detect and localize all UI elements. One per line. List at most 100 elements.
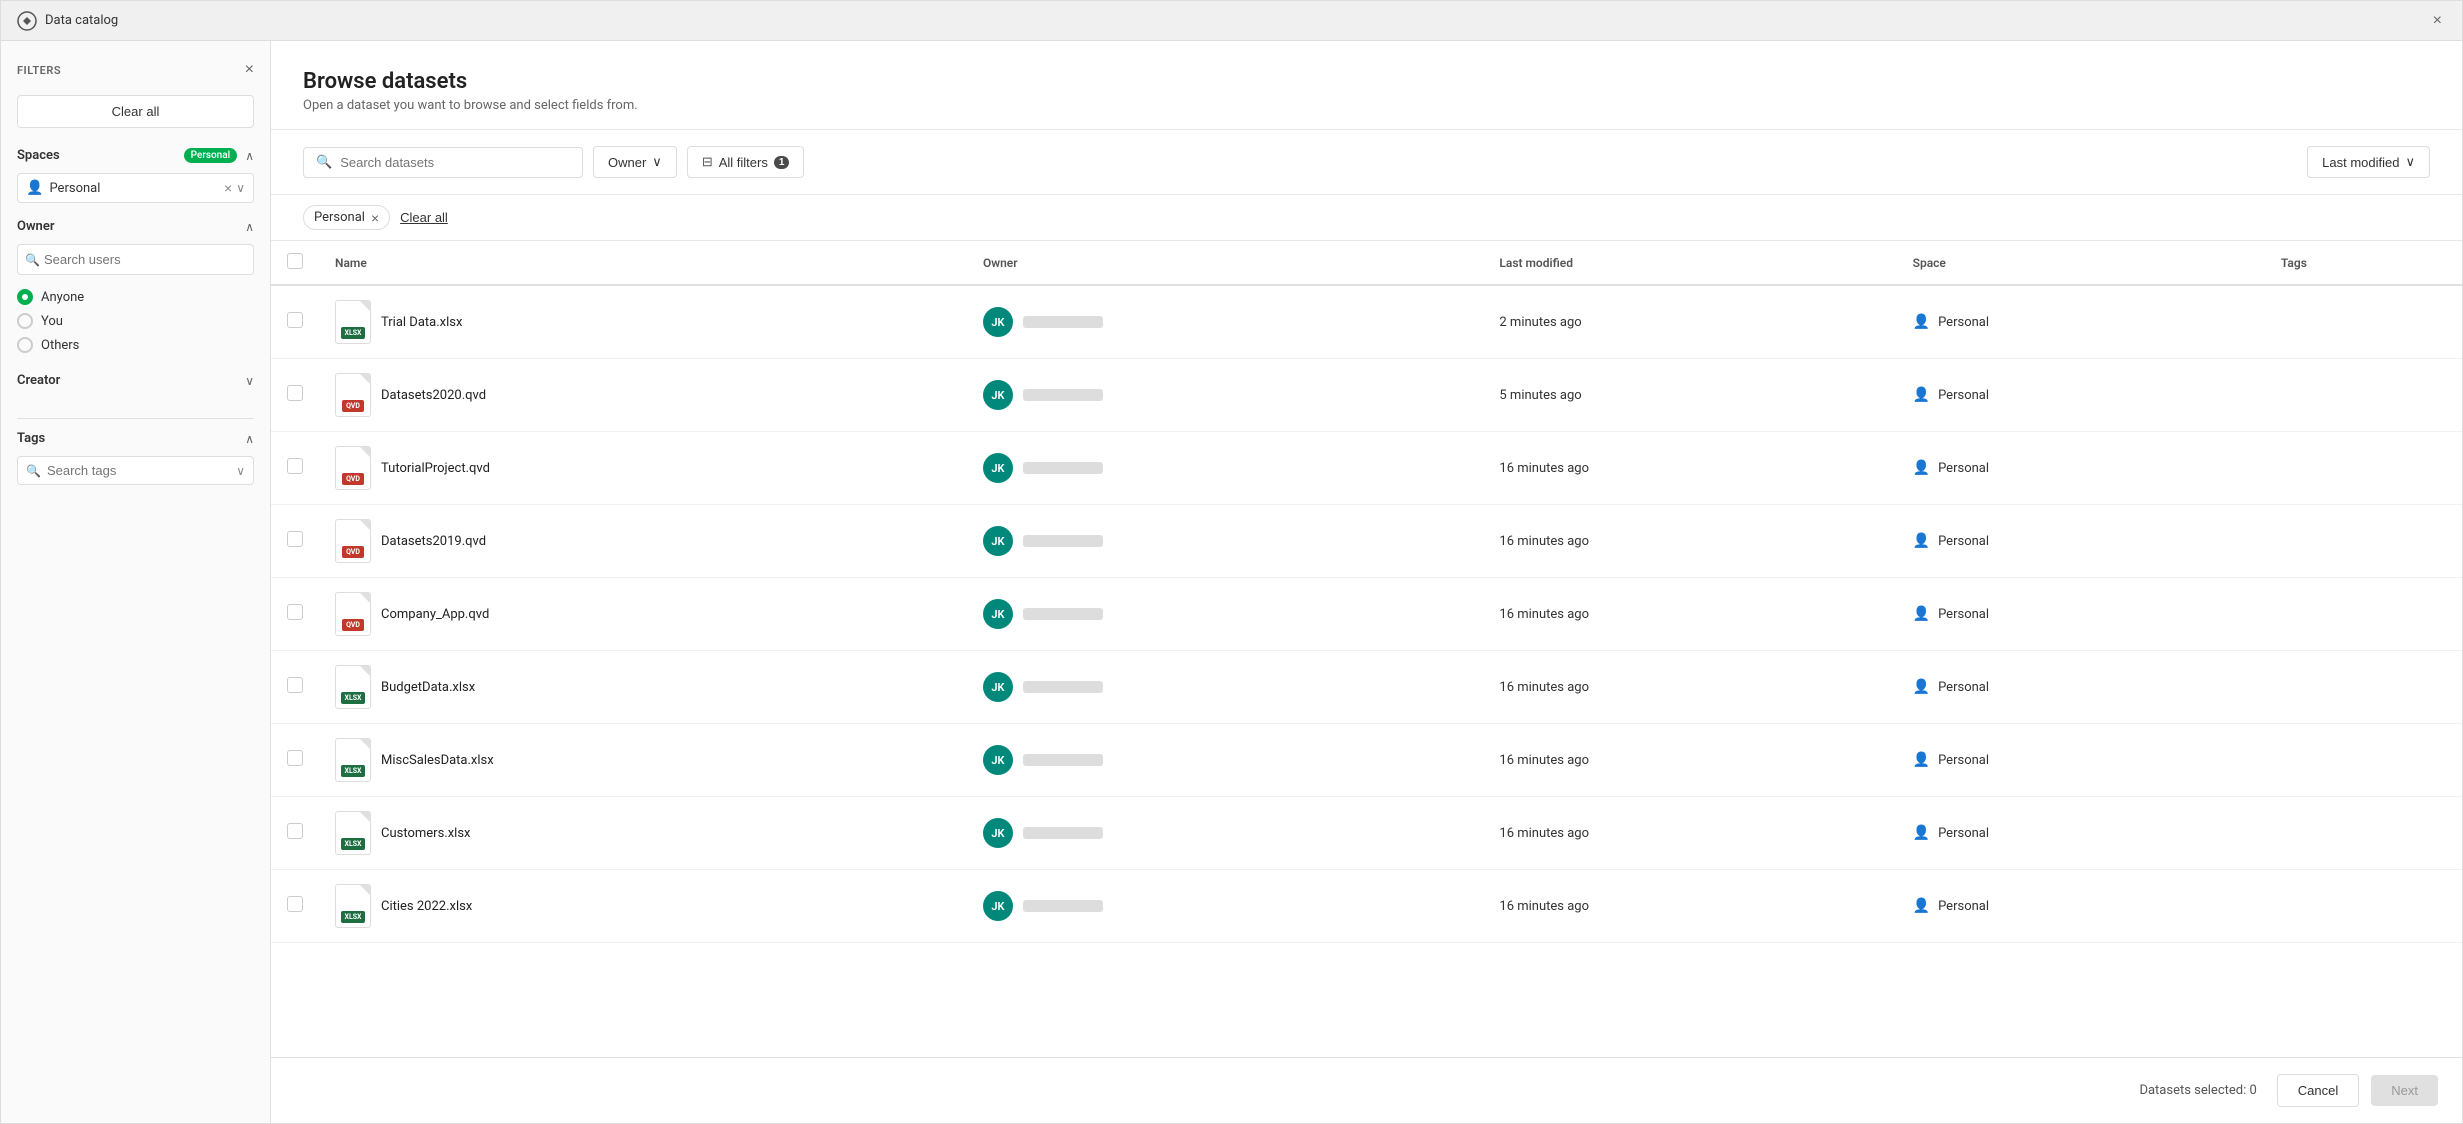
row-checkbox-cell xyxy=(271,432,319,505)
file-icon: QVD xyxy=(335,592,371,636)
owner-anyone-radio[interactable] xyxy=(17,289,33,305)
clear-all-button[interactable]: Clear all xyxy=(17,95,254,128)
row-name-cell: QVD Datasets2019.qvd xyxy=(319,505,967,578)
table-row: XLSX MiscSalesData.xlsx JK 16 minutes ag… xyxy=(271,724,2462,797)
all-filters-button[interactable]: ⊟ All filters 1 xyxy=(687,146,805,178)
row-owner-cell: JK xyxy=(967,578,1483,651)
file-info: XLSX Cities 2022.xlsx xyxy=(335,884,951,928)
sidebar-close-button[interactable]: × xyxy=(245,61,254,79)
row-space-cell: 👤 Personal xyxy=(1897,724,2265,797)
space-clear-button[interactable]: × xyxy=(224,181,232,195)
owner-filter-label: Owner xyxy=(608,155,646,170)
owner-filter-button[interactable]: Owner ∨ xyxy=(593,146,677,178)
file-name: Trial Data.xlsx xyxy=(381,315,462,330)
col-owner: Owner xyxy=(967,241,1483,285)
table-header: Name Owner Last modified Space Tags xyxy=(271,241,2462,285)
tags-search-input[interactable] xyxy=(47,463,230,478)
owner-you-option[interactable]: You xyxy=(17,313,254,329)
owner-avatar: JK xyxy=(983,818,1013,848)
cancel-button[interactable]: Cancel xyxy=(2277,1074,2359,1107)
file-name: Cities 2022.xlsx xyxy=(381,899,472,914)
owner-cell: JK xyxy=(983,891,1467,921)
row-checkbox[interactable] xyxy=(287,823,303,839)
owner-you-radio[interactable] xyxy=(17,313,33,329)
next-button[interactable]: Next xyxy=(2371,1075,2438,1106)
file-info: XLSX BudgetData.xlsx xyxy=(335,665,951,709)
owner-you-label: You xyxy=(41,314,63,329)
browse-title: Browse datasets xyxy=(303,69,2430,94)
browse-subtitle: Open a dataset you want to browse and se… xyxy=(303,98,2430,113)
tags-search-icon: 🔍 xyxy=(26,464,41,478)
owner-chevron-icon: ∧ xyxy=(245,220,254,234)
row-space-cell: 👤 Personal xyxy=(1897,505,2265,578)
owner-name-blur xyxy=(1023,462,1103,474)
row-last-modified-cell: 2 minutes ago xyxy=(1483,285,1896,359)
personal-filter-tag[interactable]: Personal × xyxy=(303,205,390,230)
space-cell: 👤 Personal xyxy=(1913,679,2249,695)
row-checkbox[interactable] xyxy=(287,385,303,401)
table-body: XLSX Trial Data.xlsx JK 2 minutes ago 👤 … xyxy=(271,285,2462,943)
space-selector[interactable]: 👤 Personal × ∨ xyxy=(17,173,254,203)
filter-count-badge: 1 xyxy=(774,156,790,169)
row-checkbox[interactable] xyxy=(287,312,303,328)
owner-section-header[interactable]: Owner ∧ xyxy=(17,219,254,234)
owner-name-blur xyxy=(1023,900,1103,912)
owner-search-input[interactable] xyxy=(17,244,254,275)
row-last-modified-cell: 16 minutes ago xyxy=(1483,870,1896,943)
creator-chevron-icon: ∨ xyxy=(245,374,254,388)
file-name: Datasets2019.qvd xyxy=(381,534,486,549)
table-row: QVD TutorialProject.qvd JK 16 minutes ag… xyxy=(271,432,2462,505)
sidebar: FILTERS × Clear all Spaces Personal ∧ 👤 … xyxy=(1,41,271,1123)
row-last-modified-cell: 5 minutes ago xyxy=(1483,359,1896,432)
space-name: Personal xyxy=(1938,899,1989,914)
creator-section-header[interactable]: Creator ∨ xyxy=(17,373,254,388)
tags-section-header[interactable]: Tags ∧ xyxy=(17,431,254,446)
title-bar-left: Data catalog xyxy=(17,11,118,31)
row-checkbox[interactable] xyxy=(287,458,303,474)
last-modified-button[interactable]: Last modified ∨ xyxy=(2307,146,2430,178)
row-checkbox-cell xyxy=(271,797,319,870)
row-tags-cell xyxy=(2265,505,2462,578)
file-type-label: XLSX xyxy=(341,765,366,777)
row-tags-cell xyxy=(2265,651,2462,724)
tags-dropdown-icon: ∨ xyxy=(236,464,245,478)
owner-anyone-option[interactable]: Anyone xyxy=(17,289,254,305)
window-close-button[interactable]: × xyxy=(2429,8,2446,34)
row-checkbox[interactable] xyxy=(287,750,303,766)
row-checkbox[interactable] xyxy=(287,677,303,693)
personal-filter-remove-button[interactable]: × xyxy=(371,211,379,225)
space-user-icon: 👤 xyxy=(1913,679,1930,695)
row-checkbox[interactable] xyxy=(287,896,303,912)
file-type-label: QVD xyxy=(342,619,364,631)
owner-others-label: Others xyxy=(41,338,79,353)
row-name-cell: XLSX BudgetData.xlsx xyxy=(319,651,967,724)
select-all-checkbox[interactable] xyxy=(287,253,303,269)
space-user-icon: 👤 xyxy=(1913,387,1930,403)
browse-toolbar: 🔍 Owner ∨ ⊟ All filters 1 Last modified … xyxy=(271,130,2462,195)
divider xyxy=(17,418,254,419)
spaces-section-header[interactable]: Spaces Personal ∧ xyxy=(17,148,254,163)
title-bar: Data catalog × xyxy=(1,1,2462,41)
space-user-icon: 👤 xyxy=(26,180,43,196)
active-filters-clear-all-button[interactable]: Clear all xyxy=(400,210,448,225)
row-checkbox[interactable] xyxy=(287,531,303,547)
owner-name-blur xyxy=(1023,827,1103,839)
space-user-icon: 👤 xyxy=(1913,314,1930,330)
owner-avatar: JK xyxy=(983,745,1013,775)
dataset-search-wrapper: 🔍 xyxy=(303,147,583,178)
owner-filter-chevron-icon: ∨ xyxy=(652,154,662,170)
space-cell: 👤 Personal xyxy=(1913,387,2249,403)
dataset-search-input[interactable] xyxy=(340,155,570,170)
row-checkbox-cell xyxy=(271,870,319,943)
owner-others-radio[interactable] xyxy=(17,337,33,353)
row-owner-cell: JK xyxy=(967,651,1483,724)
footer: Datasets selected: 0 Cancel Next xyxy=(271,1057,2462,1123)
row-owner-cell: JK xyxy=(967,870,1483,943)
owner-others-option[interactable]: Others xyxy=(17,337,254,353)
row-checkbox[interactable] xyxy=(287,604,303,620)
col-last-modified: Last modified xyxy=(1483,241,1896,285)
owner-avatar: JK xyxy=(983,891,1013,921)
row-owner-cell: JK xyxy=(967,724,1483,797)
row-tags-cell xyxy=(2265,724,2462,797)
row-tags-cell xyxy=(2265,870,2462,943)
